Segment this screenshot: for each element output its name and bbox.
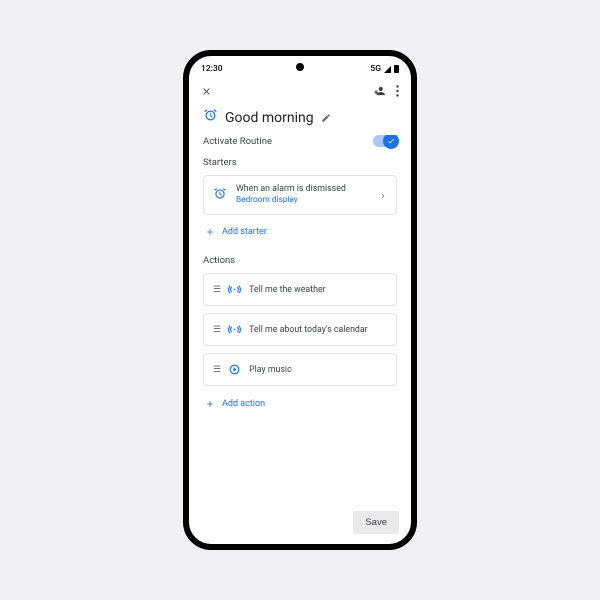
activate-label: Activate Routine — [203, 136, 272, 147]
starters-heading: Starters — [203, 157, 397, 168]
share-button[interactable] — [372, 84, 386, 98]
drag-handle-icon[interactable]: ☰ — [213, 365, 220, 375]
starter-subtitle: Bedroom display — [236, 195, 370, 206]
broadcast-icon — [228, 283, 241, 296]
play-circle-icon — [228, 363, 241, 376]
add-starter-label: Add starter — [222, 227, 267, 237]
network-label: 5G — [370, 64, 381, 74]
pencil-icon — [321, 113, 331, 123]
add-starter-button[interactable]: Add starter — [203, 221, 397, 249]
action-label: Tell me the weather — [249, 285, 326, 295]
chevron-right-icon — [379, 186, 387, 205]
alarm-icon — [213, 186, 227, 205]
edit-title-button[interactable] — [321, 113, 331, 123]
check-icon — [387, 137, 395, 145]
activate-row: Activate Routine — [203, 135, 397, 147]
close-icon — [201, 86, 212, 97]
plus-icon — [205, 227, 215, 237]
drag-handle-icon[interactable]: ☰ — [213, 285, 220, 295]
alarm-icon — [203, 108, 218, 127]
add-action-label: Add action — [222, 399, 265, 409]
activate-toggle[interactable] — [373, 135, 397, 147]
overflow-icon — [396, 85, 399, 97]
plus-icon — [205, 399, 215, 409]
battery-icon — [394, 65, 399, 73]
action-item[interactable]: ☰ Play music — [203, 353, 397, 386]
phone-frame: 12:30 5G Good morning Activ — [183, 50, 417, 550]
close-button[interactable] — [201, 86, 212, 97]
action-label: Play music — [249, 365, 292, 375]
save-button[interactable]: Save — [353, 511, 399, 534]
page-title: Good morning — [225, 110, 314, 126]
clock: 12:30 — [201, 64, 223, 74]
drag-handle-icon[interactable]: ☰ — [213, 325, 220, 335]
action-label: Tell me about today's calendar — [249, 325, 368, 335]
people-add-icon — [372, 84, 386, 98]
footer: Save — [189, 503, 411, 544]
overflow-button[interactable] — [396, 85, 399, 97]
toggle-knob — [383, 135, 399, 149]
routine-header: Good morning — [189, 104, 411, 135]
action-item[interactable]: ☰ Tell me the weather — [203, 273, 397, 306]
signal-icon — [384, 66, 391, 73]
broadcast-icon — [228, 323, 241, 336]
action-item[interactable]: ☰ Tell me about today's calendar — [203, 313, 397, 346]
starter-title: When an alarm is dismissed — [236, 184, 370, 195]
add-action-button[interactable]: Add action — [203, 393, 397, 421]
actions-heading: Actions — [203, 255, 397, 266]
app-bar — [189, 80, 411, 104]
camera-cutout — [296, 63, 304, 71]
starter-item[interactable]: When an alarm is dismissed Bedroom displ… — [203, 175, 397, 215]
